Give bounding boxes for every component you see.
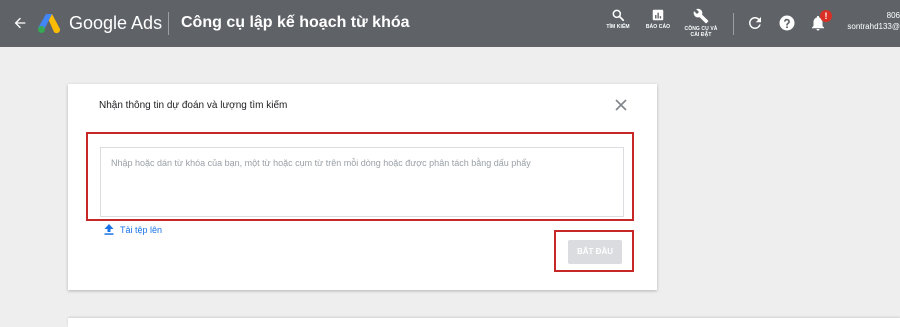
next-card-edge bbox=[68, 318, 900, 327]
account-id: 806 bbox=[886, 11, 900, 20]
keyword-input-box[interactable] bbox=[100, 147, 624, 217]
top-app-bar: Google Ads Công cụ lập kế hoạch từ khóa … bbox=[0, 0, 900, 47]
close-icon[interactable] bbox=[614, 98, 628, 112]
bar-chart-icon bbox=[652, 9, 664, 21]
header-divider-right bbox=[733, 13, 734, 35]
page-title: Công cụ lập kế hoạch từ khóa bbox=[181, 14, 410, 31]
brand-name: Google Ads bbox=[69, 13, 163, 33]
tools-settings-button[interactable]: CÔNG CỤ VÀ CÀI ĐẶT bbox=[682, 8, 720, 38]
google-ads-logo[interactable] bbox=[37, 12, 61, 34]
tools-label-line2: CÀI ĐẶT bbox=[690, 32, 712, 38]
forecast-dialog: Nhận thông tin dự đoán và lượng tìm kiếm… bbox=[68, 84, 657, 290]
upload-icon bbox=[104, 224, 114, 235]
reports-tool-label: BÁO CÁO bbox=[645, 24, 671, 30]
start-button[interactable]: BẮT ĐẦU bbox=[568, 240, 622, 264]
header-divider bbox=[168, 12, 169, 35]
notification-badge: ! bbox=[820, 10, 832, 22]
search-tool-button[interactable]: TÌM KIẾM bbox=[603, 8, 633, 30]
wrench-icon bbox=[693, 8, 709, 24]
search-icon bbox=[612, 9, 625, 22]
reports-tool-button[interactable]: BÁO CÁO bbox=[642, 8, 674, 30]
keyword-input[interactable] bbox=[101, 148, 623, 216]
account-email: sontrahd133@ bbox=[847, 22, 900, 31]
dialog-title: Nhận thông tin dự đoán và lượng tìm kiếm bbox=[99, 100, 288, 111]
help-icon[interactable] bbox=[778, 14, 798, 34]
account-info[interactable]: 806 sontrahd133@ bbox=[842, 10, 900, 32]
refresh-icon[interactable] bbox=[746, 14, 766, 34]
back-arrow-icon[interactable] bbox=[9, 12, 31, 34]
upload-file-link[interactable]: Tải tệp lên bbox=[104, 224, 162, 235]
upload-file-label: Tải tệp lên bbox=[120, 224, 163, 235]
search-tool-label: TÌM KIẾM bbox=[606, 24, 630, 30]
